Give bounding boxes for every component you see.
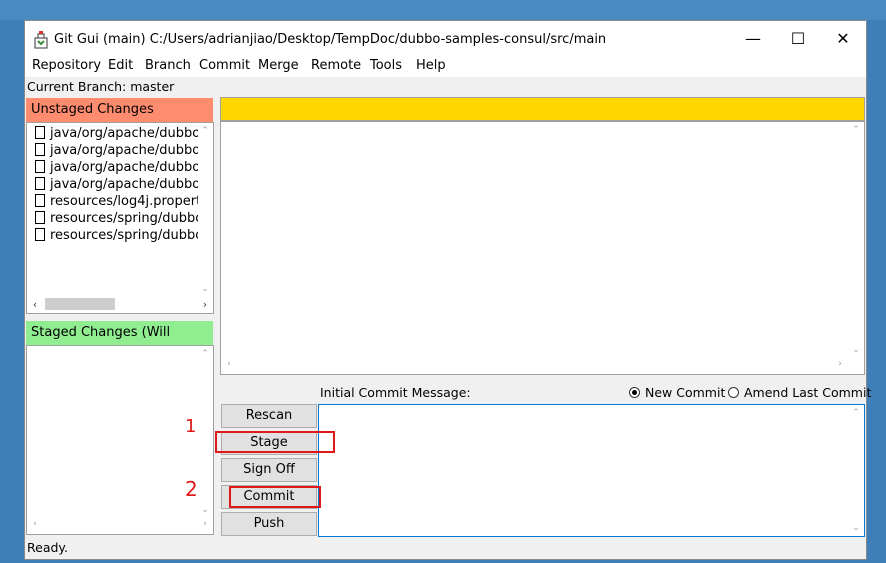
scroll-left-icon[interactable]: ‹ [28, 298, 42, 311]
diff-horizontal-scrollbar[interactable]: ‹ › [222, 357, 847, 373]
annotation-highlight-stage-changed [215, 431, 335, 453]
staged-changes-header: Staged Changes (Will Commit) [26, 321, 213, 364]
scroll-down-icon[interactable]: ⌄ [849, 345, 863, 355]
staged-file-list[interactable]: ⌃ ⌄ ‹ › [26, 345, 214, 535]
diff-view[interactable]: ⌃ ⌄ ‹ › [220, 121, 865, 375]
file-icon [35, 211, 45, 224]
list-item[interactable]: java/org/apache/dubbo, [35, 176, 204, 193]
menu-bar: Repository Edit Branch Commit Merge Remo… [25, 57, 866, 77]
minimize-button[interactable]: — [730, 21, 776, 57]
maximize-button[interactable]: ☐ [775, 21, 821, 57]
staged-horizontal-scrollbar[interactable]: ‹ › [28, 517, 212, 533]
unstaged-file-list[interactable]: java/org/apache/dubbo, java/org/apache/d… [26, 122, 214, 314]
status-bar: Ready. [27, 540, 68, 555]
menu-repository[interactable]: Repository [32, 58, 101, 73]
staged-vertical-scrollbar[interactable]: ⌃ ⌄ [198, 347, 212, 517]
scroll-down-icon[interactable]: ⌄ [198, 284, 212, 294]
list-item[interactable]: resources/log4j.properti [35, 193, 205, 210]
menu-remote[interactable]: Remote [311, 58, 361, 73]
rescan-button[interactable]: Rescan [221, 404, 317, 428]
annotation-mark-1: 1 [185, 416, 197, 437]
annotation-mark-2: 2 [185, 477, 198, 501]
git-app-icon [34, 31, 48, 49]
horizontal-scroll-thumb[interactable] [45, 298, 115, 310]
scroll-down-icon[interactable]: ⌄ [849, 523, 863, 533]
scroll-up-icon[interactable]: ⌃ [198, 126, 212, 136]
sign-off-button[interactable]: Sign Off [221, 458, 317, 482]
scroll-right-icon[interactable]: › [833, 359, 847, 369]
menu-edit[interactable]: Edit [108, 58, 133, 73]
file-icon [35, 160, 45, 173]
new-commit-radio[interactable]: New Commit [629, 385, 725, 400]
list-item[interactable]: resources/spring/dubbo [35, 210, 203, 227]
window-title: Git Gui (main) C:/Users/adrianjiao/Deskt… [54, 32, 607, 47]
file-icon [35, 143, 45, 156]
unstaged-vertical-scrollbar[interactable]: ⌃ ⌄ [198, 124, 212, 296]
commit-message-label: Initial Commit Message: [320, 385, 471, 400]
radio-selected-icon[interactable] [629, 387, 640, 398]
desktop-background [0, 0, 886, 20]
unstaged-horizontal-scrollbar[interactable]: ‹ › [28, 296, 212, 312]
title-bar: Git Gui (main) C:/Users/adrianjiao/Deskt… [25, 21, 866, 57]
amend-commit-radio[interactable]: Amend Last Commit [728, 385, 871, 400]
push-button[interactable]: Push [221, 512, 317, 536]
list-item[interactable]: resources/spring/dubbo [35, 227, 203, 244]
scroll-up-icon[interactable]: ⌃ [198, 349, 212, 359]
scroll-left-icon[interactable]: ‹ [28, 519, 42, 529]
menu-commit[interactable]: Commit [199, 58, 250, 73]
unstaged-changes-header: Unstaged Changes [26, 98, 213, 122]
scroll-up-icon[interactable]: ⌃ [849, 408, 863, 418]
git-gui-window: Git Gui (main) C:/Users/adrianjiao/Deskt… [24, 20, 871, 560]
close-button[interactable]: ✕ [820, 21, 866, 57]
file-icon [35, 194, 45, 207]
file-icon [35, 126, 45, 139]
menu-help[interactable]: Help [416, 58, 446, 73]
menu-branch[interactable]: Branch [145, 58, 191, 73]
current-branch-label: Current Branch: master [27, 79, 175, 94]
annotation-highlight-commit [229, 486, 321, 508]
menu-merge[interactable]: Merge [258, 58, 299, 73]
radio-unselected-icon[interactable] [728, 387, 739, 398]
list-item[interactable]: java/org/apache/dubbo, [35, 125, 204, 142]
list-item[interactable]: java/org/apache/dubbo, [35, 159, 204, 176]
commit-message-scrollbar[interactable]: ⌃ ⌄ [849, 406, 863, 535]
scroll-up-icon[interactable]: ⌃ [849, 125, 863, 135]
scroll-left-icon[interactable]: ‹ [222, 359, 236, 369]
file-icon [35, 228, 45, 241]
scroll-right-icon[interactable]: › [198, 298, 212, 311]
scroll-right-icon[interactable]: › [198, 519, 212, 529]
file-icon [35, 177, 45, 190]
diff-vertical-scrollbar[interactable]: ⌃ ⌄ [849, 123, 863, 357]
menu-tools[interactable]: Tools [370, 58, 402, 73]
commit-message-input[interactable]: ⌃ ⌄ [318, 404, 865, 537]
diff-header-bar [220, 97, 865, 121]
list-item[interactable]: java/org/apache/dubbo, [35, 142, 204, 159]
scroll-down-icon[interactable]: ⌄ [198, 505, 212, 515]
